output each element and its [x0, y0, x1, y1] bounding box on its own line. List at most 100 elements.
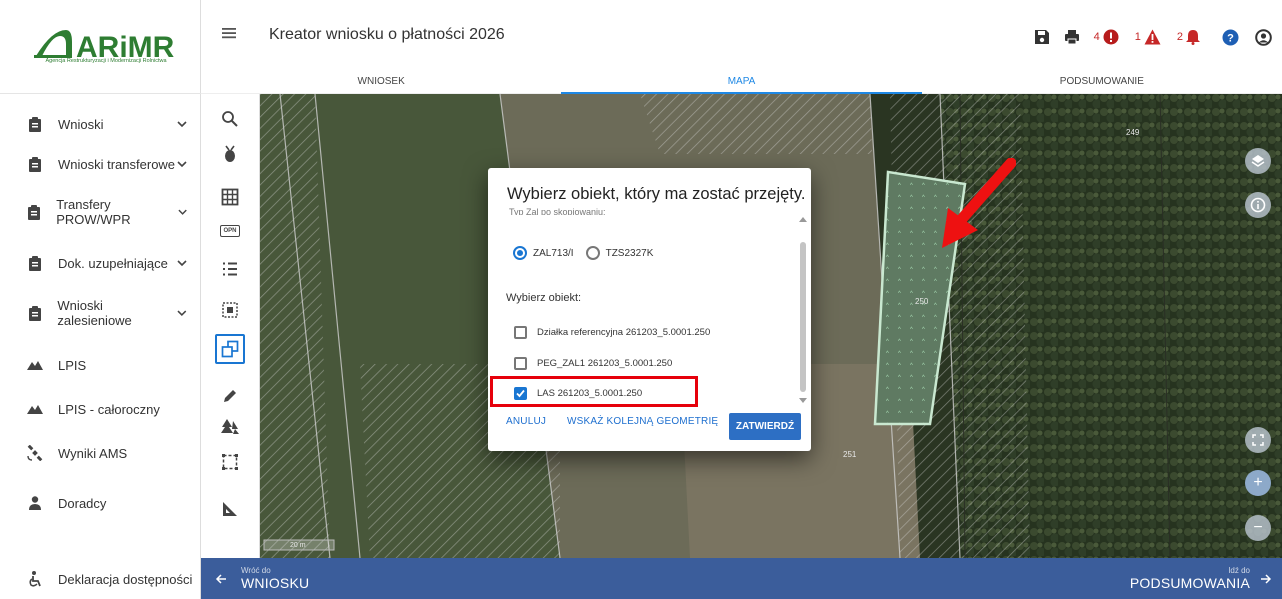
- sidebar-item-lpis-caloroczny[interactable]: LPIS - całoroczny: [0, 389, 201, 429]
- opn-badge-icon: OPN: [220, 225, 240, 237]
- radio-zal713[interactable]: [513, 246, 527, 260]
- confirm-button[interactable]: ZATWIERDŹ: [729, 413, 801, 440]
- radio-tzs2327k[interactable]: [585, 246, 600, 260]
- help-button[interactable]: ?: [1222, 29, 1239, 46]
- layers-icon: [1251, 155, 1265, 167]
- arimr-logo[interactable]: ARiMR Agencja Restrukturyzacji i Moderni…: [0, 0, 201, 94]
- sidebar: ARiMR Agencja Restrukturyzacji i Moderni…: [0, 0, 201, 599]
- sidebar-item-label: Wnioski: [58, 116, 104, 132]
- warnings-indicator[interactable]: 1: [1135, 29, 1161, 45]
- select-area-tool[interactable]: [215, 295, 245, 325]
- person-icon: [24, 496, 46, 510]
- sidebar-item-dok-uzupelniajace[interactable]: Dok. uzupełniające: [0, 243, 201, 283]
- chevron-down-icon: [177, 310, 187, 317]
- checkbox[interactable]: [514, 357, 527, 370]
- sidebar-item-wnioski[interactable]: Wnioski: [0, 104, 201, 144]
- parcel-label: 251: [843, 450, 857, 459]
- save-button[interactable]: [1034, 29, 1050, 45]
- user-account-button[interactable]: [1255, 28, 1272, 46]
- grid-tool[interactable]: [215, 182, 245, 212]
- next-button[interactable]: Idź do PODSUMOWANIA: [1130, 566, 1272, 591]
- sidebar-item-label: Wnioski transferowe: [58, 156, 176, 172]
- clipboard-icon: [24, 204, 44, 220]
- chevron-down-icon: [177, 260, 187, 267]
- sidebar-item-label: Deklaracja dostępności: [58, 571, 193, 587]
- sidebar-item-deklaracja-dostepnosci[interactable]: Deklaracja dostępności: [0, 559, 201, 599]
- bell-icon: [1186, 30, 1200, 45]
- zoom-out-button[interactable]: −: [1245, 515, 1271, 541]
- copy-object-tool[interactable]: [215, 334, 245, 364]
- accessibility-icon: [24, 571, 46, 587]
- fullscreen-button[interactable]: [1245, 427, 1271, 453]
- print-icon: [1064, 30, 1079, 45]
- clipboard-icon: [24, 305, 45, 321]
- logo-subtitle: Agencja Restrukturyzacji i Modernizacji …: [45, 58, 167, 64]
- object-option-label: Działka referencyjna 261203_5.0001.250: [537, 327, 711, 338]
- plus-icon: +: [1253, 474, 1263, 491]
- dialog-scrollbar[interactable]: [799, 216, 807, 406]
- bounding-box-tool[interactable]: [215, 447, 245, 477]
- next-geometry-button[interactable]: WSKAŻ KOLEJNĄ GEOMETRIĘ: [567, 416, 718, 427]
- info-button[interactable]: [1245, 192, 1271, 218]
- header-actions: 4 1 2 ?: [1034, 26, 1272, 48]
- tab-mapa[interactable]: MAPA: [561, 72, 922, 94]
- tab-wniosek[interactable]: WNIOSEK: [201, 72, 561, 93]
- back-button[interactable]: Wróć do WNIOSKU: [215, 566, 309, 591]
- user-account-icon: [1255, 28, 1272, 46]
- crop-plant-icon: [225, 145, 235, 162]
- scroll-up-icon: [799, 217, 807, 222]
- select-area-icon: [222, 302, 238, 318]
- layers-button[interactable]: [1245, 148, 1271, 174]
- wizard-footer: Wróć do WNIOSKU Idź do PODSUMOWANIA: [201, 558, 1282, 599]
- warning-triangle-icon: [1144, 29, 1161, 45]
- pencil-icon: [224, 390, 236, 402]
- crop-tool[interactable]: [215, 139, 245, 169]
- errors-indicator[interactable]: 4: [1094, 29, 1119, 45]
- checkbox[interactable]: [514, 326, 527, 339]
- print-button[interactable]: [1064, 29, 1080, 45]
- warnings-count: 1: [1134, 31, 1141, 43]
- chevron-down-icon: [178, 209, 187, 215]
- sidebar-item-label: Transfery PROW/WPR: [56, 197, 131, 227]
- measure-angle-icon: [223, 502, 237, 516]
- check-icon: [516, 389, 525, 398]
- measure-tool[interactable]: [215, 494, 245, 524]
- trees-icon: [221, 419, 239, 434]
- checkbox-checked[interactable]: [514, 387, 527, 400]
- sidebar-item-doradcy[interactable]: Doradcy: [0, 483, 201, 523]
- scroll-down-icon: [799, 398, 807, 403]
- red-arrow-annotation: [942, 158, 1016, 248]
- opn-tool[interactable]: OPN: [215, 216, 245, 246]
- object-option[interactable]: Działka referencyjna 261203_5.0001.250: [514, 326, 710, 339]
- notifications-indicator[interactable]: 2: [1177, 29, 1200, 45]
- forest-tool[interactable]: [215, 412, 245, 442]
- select-object-dialog: Wybierz obiekt, który ma zostać przejęty…: [488, 168, 811, 451]
- edit-tool[interactable]: [215, 381, 245, 411]
- copy-geometry-icon: [221, 340, 239, 358]
- sidebar-item-wnioski-transferowe[interactable]: Wnioski transferowe: [0, 144, 201, 184]
- object-option[interactable]: PEG_ZAL1 261203_5.0001.250: [514, 357, 672, 370]
- help-icon: ?: [1222, 29, 1239, 45]
- sidebar-item-label: LPIS: [58, 357, 87, 373]
- page-title: Kreator wniosku o płatności 2026: [269, 26, 505, 43]
- next-small-label: Idź do: [1228, 566, 1250, 575]
- chevron-down-icon: [177, 161, 187, 168]
- list-icon: [223, 262, 237, 276]
- zoom-in-button[interactable]: +: [1245, 470, 1271, 496]
- object-option[interactable]: LAS 261203_5.0001.250: [514, 387, 642, 400]
- sidebar-item-transfery[interactable]: Transfery PROW/WPR: [0, 192, 201, 232]
- grid-table-icon: [221, 188, 239, 206]
- tab-podsumowanie[interactable]: PODSUMOWANIE: [922, 72, 1282, 93]
- sidebar-item-lpis[interactable]: LPIS: [0, 345, 201, 385]
- scale-bar: 20 m: [290, 542, 306, 549]
- hamburger-menu-icon[interactable]: [220, 24, 238, 42]
- search-icon: [222, 111, 238, 127]
- sidebar-item-label: Dok. uzupełniające: [58, 255, 168, 271]
- sidebar-item-wyniki-ams[interactable]: Wyniki AMS: [0, 433, 201, 473]
- map-search-tool[interactable]: [215, 104, 245, 134]
- cancel-button[interactable]: ANULUJ: [506, 416, 546, 427]
- sidebar-item-label: LPIS - całoroczny: [58, 401, 160, 417]
- list-tool[interactable]: [215, 254, 245, 284]
- scrollbar-thumb[interactable]: [800, 242, 806, 392]
- sidebar-item-wnioski-zalesieniowe[interactable]: Wnioski zalesieniowe: [0, 293, 201, 333]
